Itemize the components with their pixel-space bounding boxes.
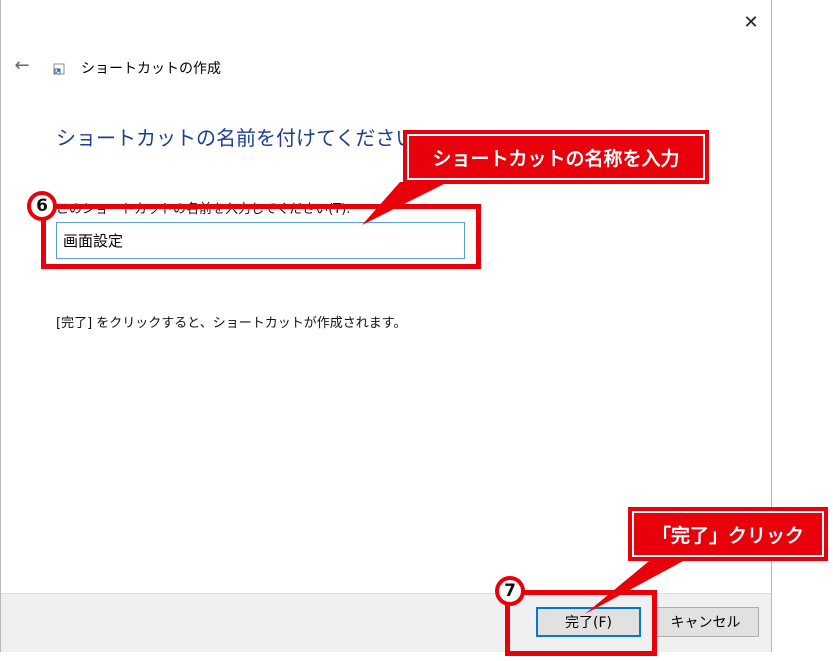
step6-callout-text: ショートカットの名称を入力 (432, 147, 680, 170)
step7-callout-text: 「完了」クリック (651, 524, 804, 547)
callout-pointers (362, 182, 700, 614)
step6-number-badge: 6 (27, 191, 57, 221)
step7-highlight-box (505, 590, 657, 656)
step7-callout: 「完了」クリック (628, 507, 828, 561)
step7-number-badge: 7 (495, 576, 525, 606)
step6-highlight-box (41, 204, 481, 269)
step6-callout: ショートカットの名称を入力 (403, 130, 709, 184)
